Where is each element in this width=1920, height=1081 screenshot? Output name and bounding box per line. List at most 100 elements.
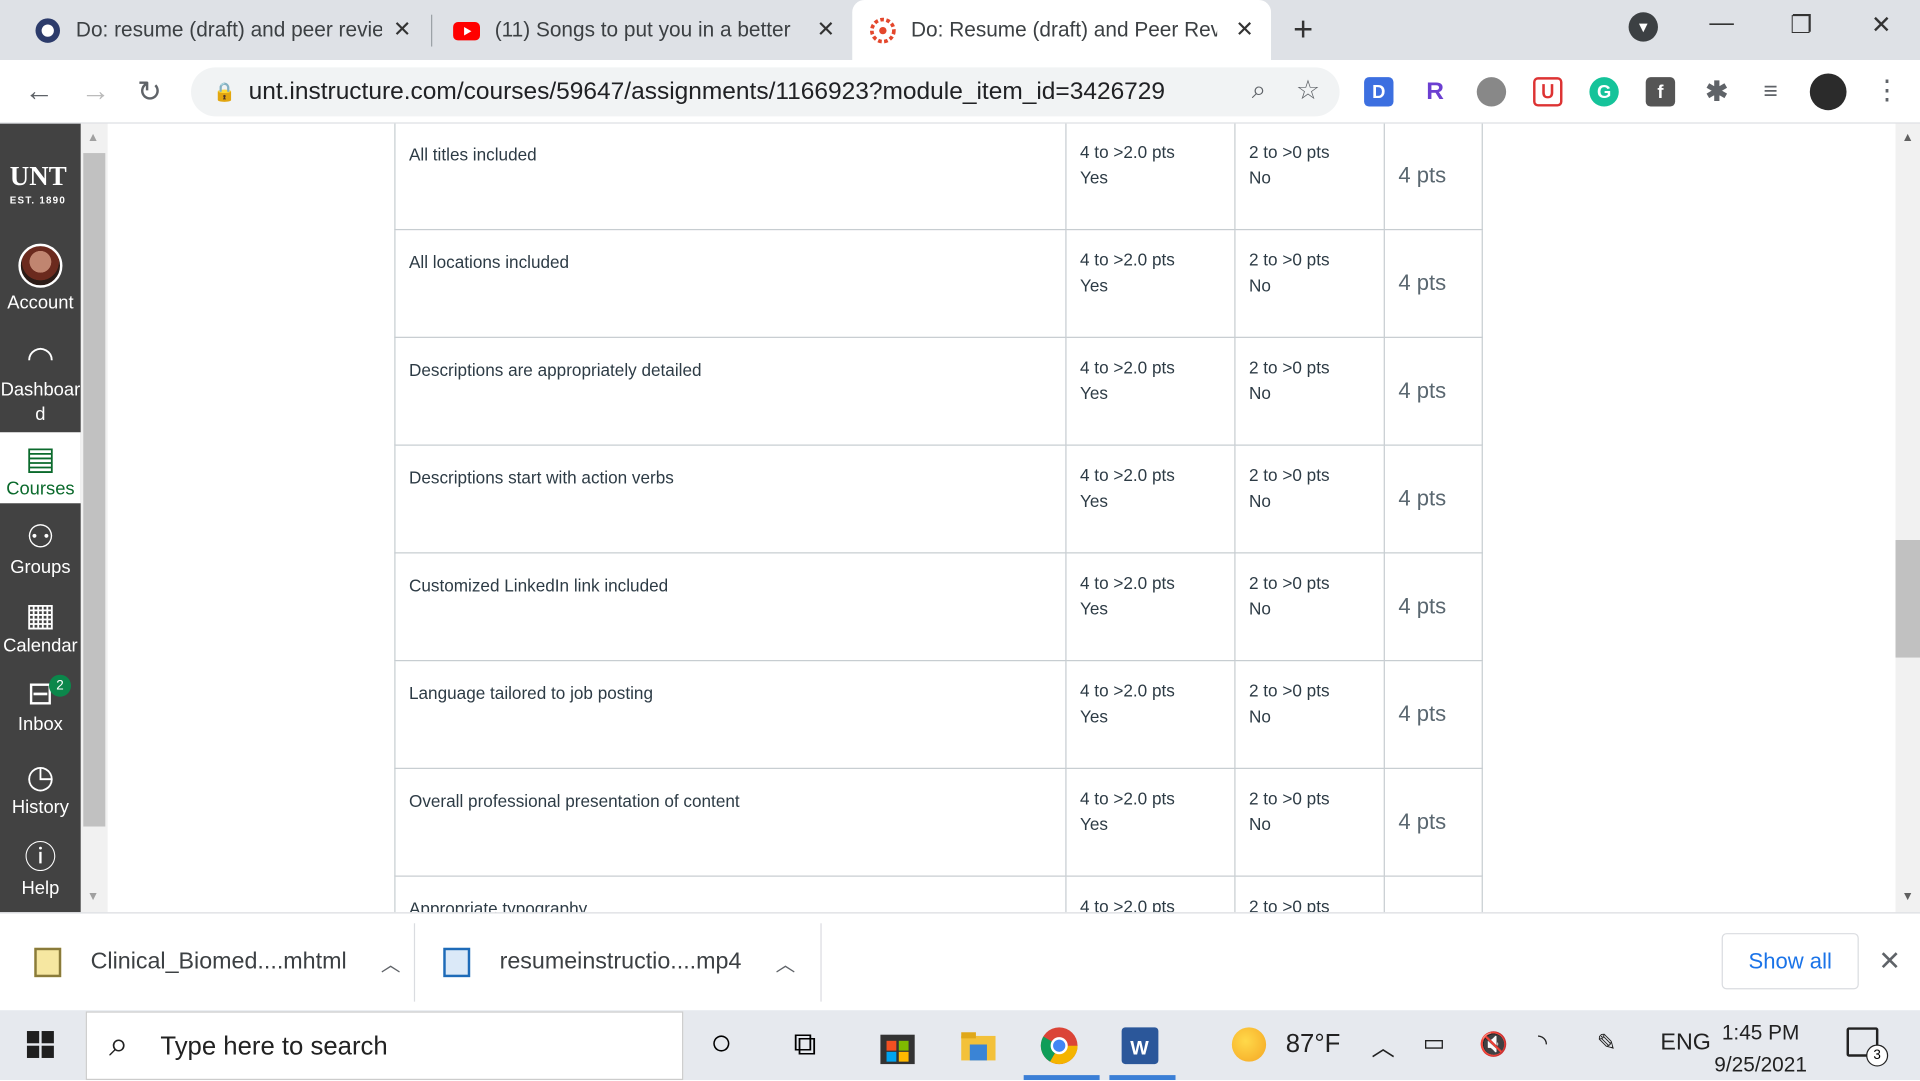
- rating-label: Yes: [1080, 814, 1108, 834]
- file-explorer-icon[interactable]: [958, 1025, 1000, 1067]
- criterion-points: 4 pts: [1383, 228, 1483, 338]
- points-value: 4 pts: [1398, 486, 1447, 511]
- tab-divider: [431, 14, 433, 47]
- nav-item-help[interactable]: ⓘ Help: [0, 839, 81, 899]
- task-view-icon[interactable]: ⧉: [793, 1025, 835, 1067]
- nav-item-inbox[interactable]: ⊟ 2 Inbox: [0, 674, 81, 735]
- close-icon[interactable]: ✕: [1878, 945, 1901, 977]
- notification-center-icon[interactable]: 3: [1846, 1027, 1889, 1067]
- rating-points: 4 to >2.0 pts: [1080, 573, 1175, 593]
- criterion-description: Overall professional presentation of con…: [394, 767, 1067, 877]
- close-icon[interactable]: ✕: [817, 17, 835, 43]
- microsoft-store-icon[interactable]: [877, 1025, 919, 1067]
- extension-f-icon[interactable]: f: [1645, 77, 1676, 107]
- account-avatar: [18, 243, 63, 288]
- reload-icon[interactable]: ↻: [137, 75, 162, 111]
- nav-item-groups[interactable]: ⚇ Groups: [0, 518, 81, 578]
- unt-logo[interactable]: UNT EST. 1890: [10, 160, 67, 205]
- logo-text: UNT: [9, 160, 67, 192]
- zoom-icon[interactable]: ⌕: [1252, 76, 1266, 105]
- back-arrow-icon[interactable]: ←: [24, 75, 53, 109]
- rating-full-marks: 4 to >2.0 pts Yes: [1065, 123, 1236, 231]
- scroll-up-arrow-icon[interactable]: ▲: [87, 131, 99, 144]
- close-icon[interactable]: ✕: [1235, 17, 1253, 43]
- criterion-text: All locations included: [408, 252, 570, 272]
- download-item[interactable]: resumeinstructio....mp4 ︿: [443, 913, 795, 1011]
- rating-full-marks: 4 to >2.0 pts Yes: [1065, 552, 1236, 662]
- rating-points: 4 to >2.0 pts: [1080, 680, 1175, 701]
- nav-item-calendar[interactable]: ▦ Calendar: [0, 596, 81, 656]
- scroll-down-arrow-icon[interactable]: ▼: [1902, 890, 1914, 903]
- extension-pocket-icon[interactable]: ᑌ: [1533, 77, 1563, 107]
- browser-tab[interactable]: (11) Songs to put you in a better ✕: [436, 0, 852, 60]
- forward-arrow-icon[interactable]: →: [81, 75, 110, 109]
- nav-scrollbar-thumb[interactable]: [83, 153, 106, 827]
- language-indicator[interactable]: ENG: [1660, 1030, 1710, 1057]
- pen-icon[interactable]: ✎: [1597, 1030, 1616, 1058]
- tab-search-icon[interactable]: ▼: [1628, 12, 1658, 42]
- cortana-circle-icon[interactable]: ○: [710, 1024, 752, 1067]
- chevron-up-icon[interactable]: ︿: [381, 948, 401, 977]
- new-tab-icon[interactable]: +: [1293, 10, 1313, 49]
- download-item[interactable]: Clinical_Biomed....mhtml ︿: [34, 913, 401, 1011]
- minimize-icon[interactable]: —: [1709, 10, 1733, 38]
- rubric-row: Descriptions start with action verbs 4 to…: [394, 444, 1483, 554]
- window-close-icon[interactable]: ✕: [1871, 10, 1892, 41]
- volume-muted-icon[interactable]: 🔇: [1479, 1030, 1508, 1059]
- nav-item-label: Calendar: [3, 635, 78, 657]
- nav-item-dashboard[interactable]: ◠ Dashboar d: [0, 339, 81, 427]
- restore-icon[interactable]: ❐: [1790, 10, 1812, 41]
- page-scrollbar-thumb[interactable]: [1895, 540, 1920, 658]
- logo-subtext: EST. 1890: [9, 194, 67, 206]
- tab-title: Do: resume (draft) and peer revie: [75, 17, 383, 42]
- browser-tab[interactable]: Do: resume (draft) and peer revie ✕: [0, 0, 429, 60]
- active-app-indicator: [1023, 1075, 1100, 1081]
- page-scrollbar[interactable]: ▲ ▼: [1895, 123, 1920, 913]
- taskbar-search-box[interactable]: ⌕ Type here to search: [85, 1011, 684, 1081]
- extension-r-icon[interactable]: R: [1420, 77, 1449, 106]
- bookmark-star-icon[interactable]: ☆: [1296, 75, 1320, 107]
- active-app-indicator: [1109, 1075, 1176, 1081]
- windows-start-icon[interactable]: [26, 1031, 54, 1058]
- weather-temperature[interactable]: 87°F: [1286, 1030, 1341, 1059]
- rating-label: No: [1248, 167, 1271, 188]
- criterion-description: Customized LinkedIn link included: [394, 552, 1067, 662]
- nav-item-account[interactable]: Account: [0, 243, 81, 313]
- close-icon[interactable]: ✕: [393, 17, 411, 43]
- word-icon[interactable]: W: [1119, 1025, 1161, 1067]
- lock-icon: 🔒: [213, 82, 236, 103]
- rating-points: 4 to >2.0 pts: [1080, 249, 1175, 270]
- weather-sun-icon[interactable]: [1231, 1027, 1267, 1062]
- points-value: 4 pts: [1398, 378, 1447, 403]
- scroll-up-arrow-icon[interactable]: ▲: [1902, 131, 1914, 144]
- rating-label: No: [1248, 491, 1271, 511]
- criterion-description: Appropriate typography: [394, 875, 1067, 913]
- kebab-menu-icon[interactable]: ⋮: [1873, 75, 1900, 107]
- extensions-puzzle-icon[interactable]: ✱: [1702, 76, 1731, 107]
- profile-avatar-icon[interactable]: [1809, 73, 1847, 111]
- chevron-up-icon[interactable]: ︿: [776, 948, 796, 977]
- extension-gear-icon[interactable]: [1476, 77, 1507, 107]
- extension-d-icon[interactable]: D: [1364, 77, 1394, 107]
- nav-item-history[interactable]: ◷ History: [0, 758, 81, 818]
- download-filename: resumeinstructio....mp4: [499, 948, 742, 975]
- rating-points: 2 to >0 pts: [1248, 680, 1330, 701]
- chevron-up-icon[interactable]: ︿: [1371, 1030, 1394, 1063]
- wifi-icon[interactable]: ◝: [1538, 1030, 1547, 1058]
- nav-item-courses[interactable]: ▤ Courses: [0, 432, 81, 504]
- address-bar[interactable]: 🔒 unt.instructure.com/courses/59647/assi…: [191, 67, 1340, 117]
- chrome-icon[interactable]: [1038, 1025, 1080, 1067]
- rating-points: 4 to >2.0 pts: [1080, 788, 1175, 809]
- battery-icon[interactable]: ▭: [1423, 1030, 1445, 1058]
- show-all-button[interactable]: Show all: [1721, 933, 1859, 990]
- browser-tab-active[interactable]: Do: Resume (draft) and Peer Revie ✕: [852, 0, 1272, 61]
- url-text[interactable]: unt.instructure.com/courses/59647/assign…: [249, 78, 1165, 106]
- nav-scrollbar[interactable]: ▲ ▼: [80, 123, 108, 913]
- grammarly-icon[interactable]: G: [1589, 77, 1619, 107]
- scroll-down-arrow-icon[interactable]: ▼: [87, 890, 99, 903]
- rating-label: Yes: [1080, 167, 1108, 188]
- media-queue-icon[interactable]: ≡: [1756, 77, 1785, 106]
- criterion-text: Overall professional presentation of con…: [408, 791, 740, 811]
- points-value: 4 pts: [1398, 701, 1447, 727]
- system-clock[interactable]: 1:45 PM 9/25/2021: [1714, 1018, 1807, 1081]
